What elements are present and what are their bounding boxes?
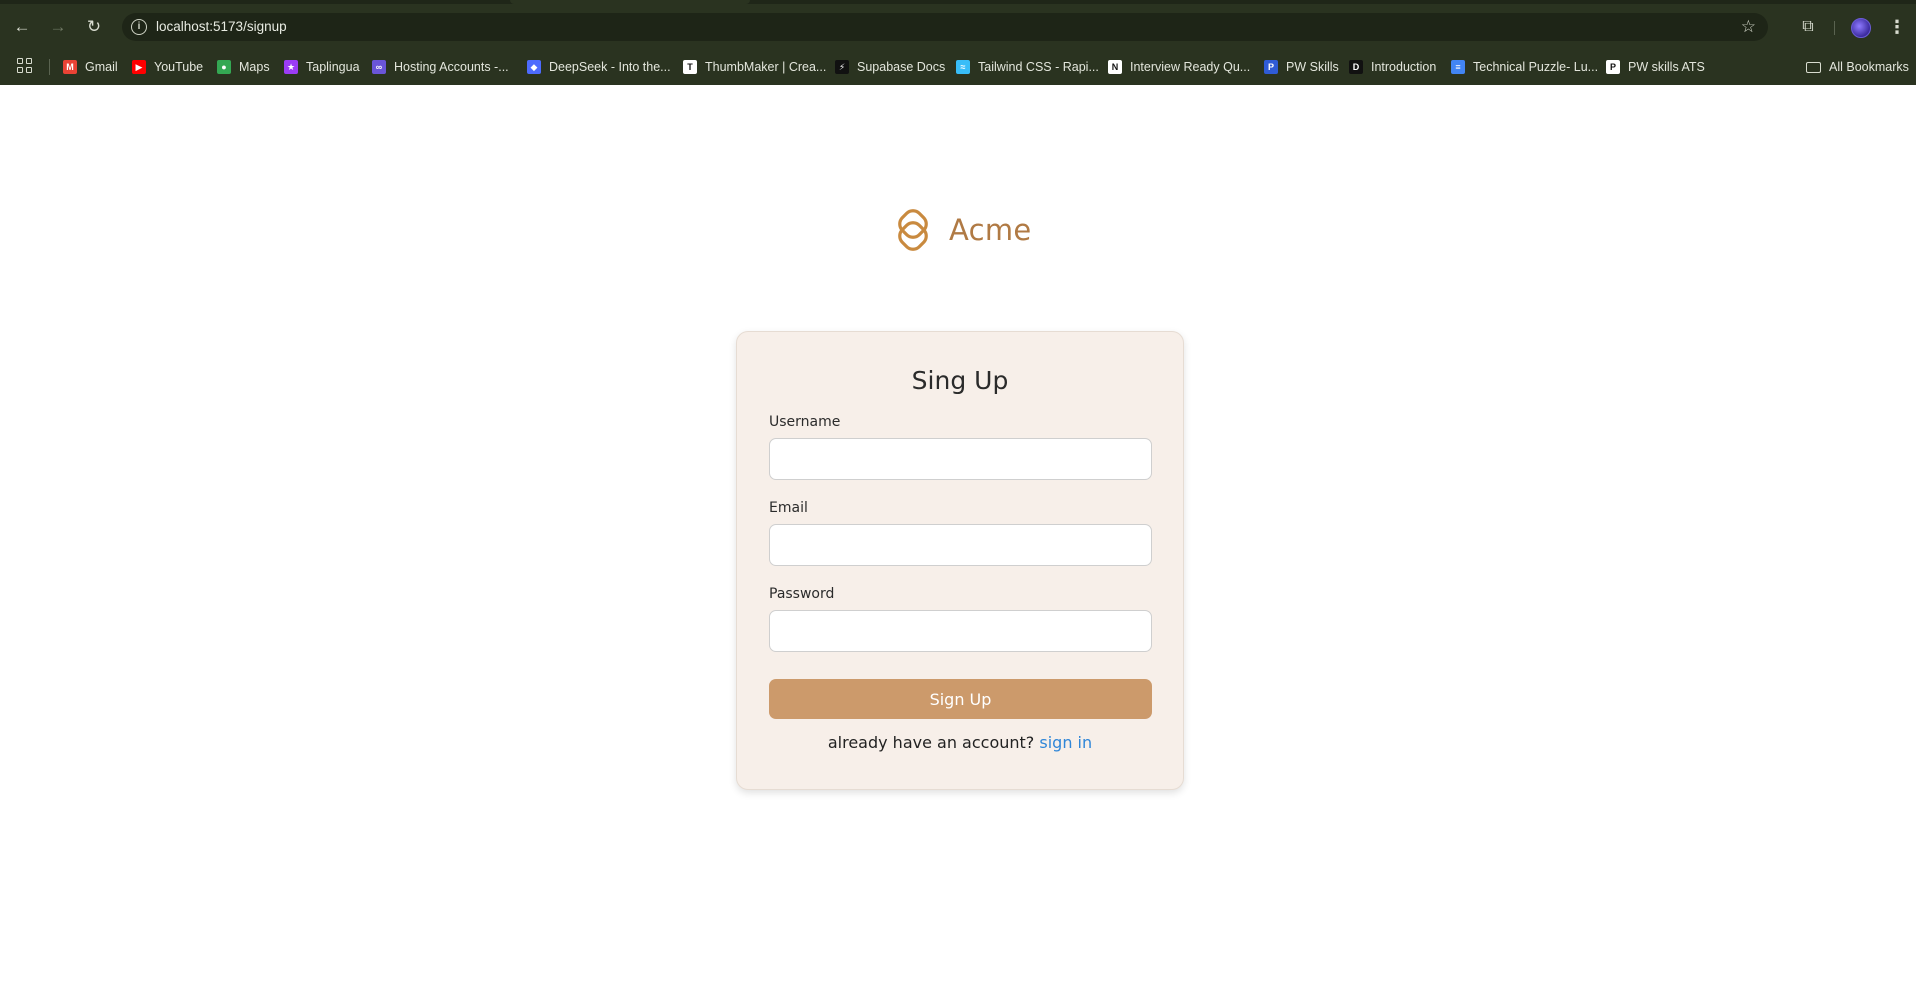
bookmarks-bar: M Gmail ▶ YouTube ● Maps ★ Taplingua ∞ Hosting Ac… [0, 50, 1916, 85]
bookmark-label: Supabase Docs [857, 60, 946, 74]
bookmark-item[interactable]: ∞ Hosting Accounts -... [372, 57, 509, 77]
bookmark-label: YouTube [154, 60, 204, 74]
bookmark-label: PW skills ATS [1628, 60, 1705, 74]
docs-icon: ≡ [1451, 60, 1465, 74]
email-input[interactable] [769, 524, 1152, 566]
pwskills-icon: P [1264, 60, 1278, 74]
all-bookmarks-button[interactable]: All Bookmarks [1806, 57, 1909, 77]
bookmark-item[interactable]: M Gmail [63, 57, 118, 77]
bookmark-item[interactable]: ★ Taplingua [284, 57, 360, 77]
bookmark-item[interactable]: ⚡ Supabase Docs [835, 57, 945, 77]
kebab-menu-icon[interactable]: ⋮ [1887, 15, 1907, 39]
url-text[interactable]: localhost:5173/signup [156, 19, 287, 35]
username-input[interactable] [769, 438, 1152, 480]
infinity-icon: ∞ [372, 60, 386, 74]
bookmark-item[interactable]: ≈ Tailwind CSS - Rapi... [956, 57, 1099, 77]
tailwind-icon: ≈ [956, 60, 970, 74]
bookmark-item[interactable]: P PW skills ATS [1606, 57, 1705, 77]
all-bookmarks-label: All Bookmarks [1829, 60, 1909, 74]
reload-icon[interactable]: ↻ [82, 15, 106, 39]
bookmark-item[interactable]: P PW Skills [1264, 57, 1339, 77]
deepseek-icon: ◆ [527, 60, 541, 74]
email-label: Email [769, 500, 808, 516]
bookmark-item[interactable]: T ThumbMaker | Crea... [683, 57, 826, 77]
supabase-icon: ⚡ [835, 60, 849, 74]
bookmark-label: Maps [239, 60, 270, 74]
sign-up-button[interactable]: Sign Up [769, 679, 1152, 719]
bookmark-label: Hosting Accounts -... [394, 60, 509, 74]
bookmark-item[interactable]: N Interview Ready Qu... [1108, 57, 1250, 77]
toolbar-divider [1834, 21, 1835, 35]
page-content: Acme Sing Up Username Email Password Sig… [0, 85, 1916, 994]
bookmark-label: Introduction [1371, 60, 1437, 74]
address-bar[interactable]: i localhost:5173/signup ☆ [122, 13, 1768, 41]
form-title: Sing Up [911, 366, 1009, 395]
apps-grid-icon[interactable] [17, 58, 33, 74]
forward-arrow-icon[interactable]: → [46, 15, 70, 39]
bookmark-label: PW Skills [1286, 60, 1339, 74]
bookmark-label: ThumbMaker | Crea... [705, 60, 827, 74]
signin-prompt: already have an account? sign in [737, 733, 1183, 752]
browser-toolbar: ← → ↻ i localhost:5173/signup ☆ ⧉ ⋮ [0, 4, 1916, 50]
brand-name: Acme [949, 213, 1032, 247]
docusaurus-icon: D [1349, 60, 1363, 74]
password-label: Password [769, 586, 835, 602]
bookmarks-separator [49, 59, 50, 75]
bookmark-item[interactable]: D Introduction [1349, 57, 1436, 77]
bookmark-label: Technical Puzzle- Lu... [1473, 60, 1599, 74]
acme-logo-icon [898, 209, 928, 251]
maps-icon: ● [217, 60, 231, 74]
back-arrow-icon[interactable]: ← [10, 15, 34, 39]
bookmark-item[interactable]: ● Maps [217, 57, 270, 77]
bookmark-label: Taplingua [306, 60, 360, 74]
brand-logo: Acme [891, 207, 1032, 253]
bookmark-label: Tailwind CSS - Rapi... [978, 60, 1099, 74]
bookmark-label: DeepSeek - Into the... [549, 60, 671, 74]
notion-icon: N [1108, 60, 1122, 74]
thumbmaker-icon: T [683, 60, 697, 74]
gmail-icon: M [63, 60, 77, 74]
bookmark-label: Interview Ready Qu... [1130, 60, 1251, 74]
sign-in-link[interactable]: sign in [1039, 733, 1092, 752]
bookmark-item[interactable]: ▶ YouTube [132, 57, 203, 77]
youtube-icon: ▶ [132, 60, 146, 74]
pwats-icon: P [1606, 60, 1620, 74]
signin-prompt-text: already have an account? [827, 733, 1035, 752]
profile-avatar[interactable] [1851, 18, 1871, 38]
password-input[interactable] [769, 610, 1152, 652]
bookmark-item[interactable]: ≡ Technical Puzzle- Lu... [1451, 57, 1598, 77]
bookmark-label: Gmail [85, 60, 118, 74]
signup-card: Sing Up Username Email Password Sign Up … [736, 331, 1184, 790]
bookmark-star-icon[interactable]: ☆ [1741, 17, 1756, 37]
taplingua-icon: ★ [284, 60, 298, 74]
extensions-puzzle-icon[interactable]: ⧉ [1796, 15, 1820, 39]
site-info-icon[interactable]: i [131, 19, 147, 35]
folder-icon [1806, 61, 1821, 73]
browser-chrome: ← → ↻ i localhost:5173/signup ☆ ⧉ ⋮ M Gma… [0, 0, 1916, 85]
bookmark-item[interactable]: ◆ DeepSeek - Into the... [527, 57, 671, 77]
username-label: Username [769, 414, 841, 430]
